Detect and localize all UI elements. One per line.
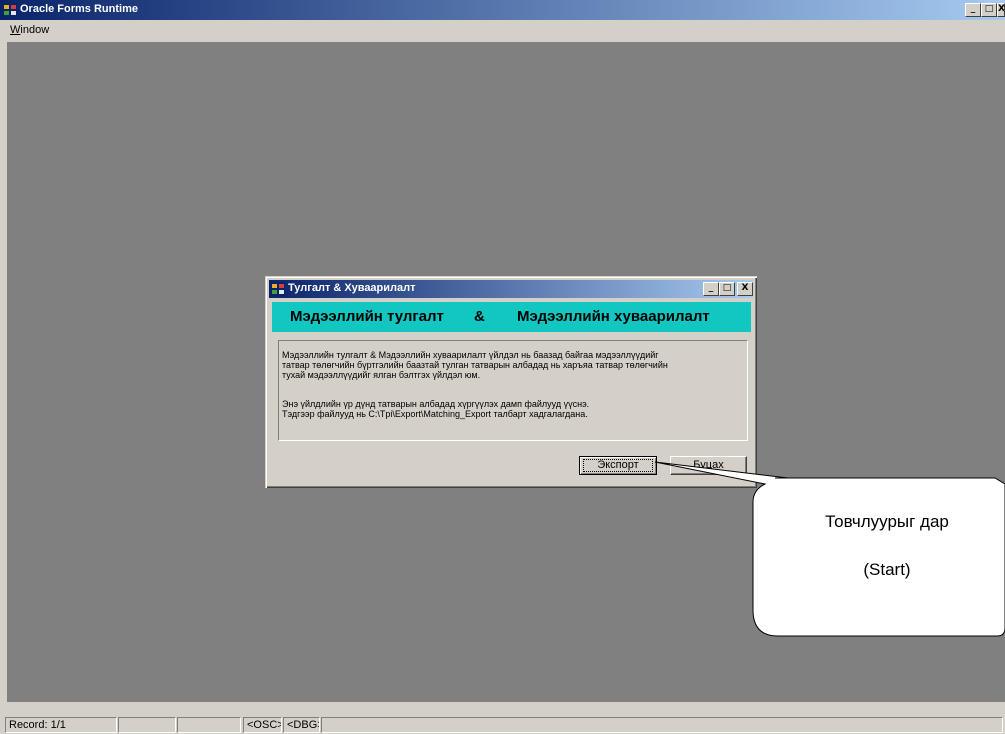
matching-dialog: Тулгалт & Хуваарилалт _ □ X Мэдээллийн т… — [265, 276, 757, 488]
dialog-close-button[interactable]: X — [737, 282, 753, 296]
app-title: Oracle Forms Runtime — [20, 3, 138, 15]
focus-rect — [583, 459, 653, 472]
description-line: Энэ үйлдлийн үр дүнд татварын албадад хү… — [282, 399, 590, 409]
menu-window-label: indow — [20, 24, 50, 36]
banner-distribution-label: Мэдээллийн хуваарилалт — [517, 308, 710, 325]
banner-ampersand: & — [474, 308, 485, 325]
maximize-button[interactable]: □ — [981, 3, 997, 17]
dialog-titlebar[interactable]: Тулгалт & Хуваарилалт _ □ X — [269, 280, 753, 298]
status-cell-blank-1 — [118, 717, 176, 733]
description-box: Мэдээллийн тулгалт & Мэдээллийн хуваарил… — [278, 340, 748, 441]
status-message — [321, 717, 1003, 733]
dialog-title: Тулгалт & Хуваарилалт — [288, 282, 416, 294]
status-dbg: <DBG> — [283, 717, 320, 733]
oracle-forms-icon — [3, 3, 17, 17]
menu-window[interactable]: Window — [10, 24, 49, 36]
menubar: Window — [0, 20, 1005, 42]
export-button[interactable]: Экспорт — [579, 456, 657, 475]
status-strip — [0, 702, 1005, 716]
status-osc: <OSC> — [243, 717, 282, 733]
menu-window-mnemonic: W — [10, 24, 21, 36]
oracle-forms-icon — [271, 282, 285, 296]
back-button-label: Буцах — [693, 459, 724, 471]
dialog-maximize-button[interactable]: □ — [719, 282, 735, 296]
callout-text: Товчлуурыг дар — [825, 512, 949, 531]
dialog-banner: Мэдээллийн тулгалт & Мэдээллийн хуваарил… — [272, 302, 751, 332]
callout-subtext: (Start) — [863, 560, 911, 579]
status-cell-blank-2 — [177, 717, 241, 733]
app-titlebar[interactable]: Oracle Forms Runtime _ □ X — [0, 0, 1005, 20]
description-line: тухай мэдээллүүдийг ялган бэлтгэх үйлдэл… — [282, 370, 481, 380]
description-line: татвар төлөгчийн бүртгэлийн баазтай тулг… — [282, 360, 668, 370]
description-line: Тэдгээр файлууд нь C:\Tpi\Export\Matchin… — [282, 409, 588, 419]
banner-matching-label: Мэдээллийн тулгалт — [290, 308, 444, 325]
dialog-minimize-button[interactable]: _ — [703, 282, 719, 296]
minimize-button[interactable]: _ — [965, 3, 981, 17]
back-button[interactable]: Буцах — [670, 456, 747, 475]
status-record: Record: 1/1 — [5, 717, 117, 733]
description-line: Мэдээллийн тулгалт & Мэдээллийн хуваарил… — [282, 350, 659, 360]
statusbar: Record: 1/1 <OSC> <DBG> — [0, 716, 1005, 734]
close-button[interactable]: X — [997, 3, 1005, 17]
